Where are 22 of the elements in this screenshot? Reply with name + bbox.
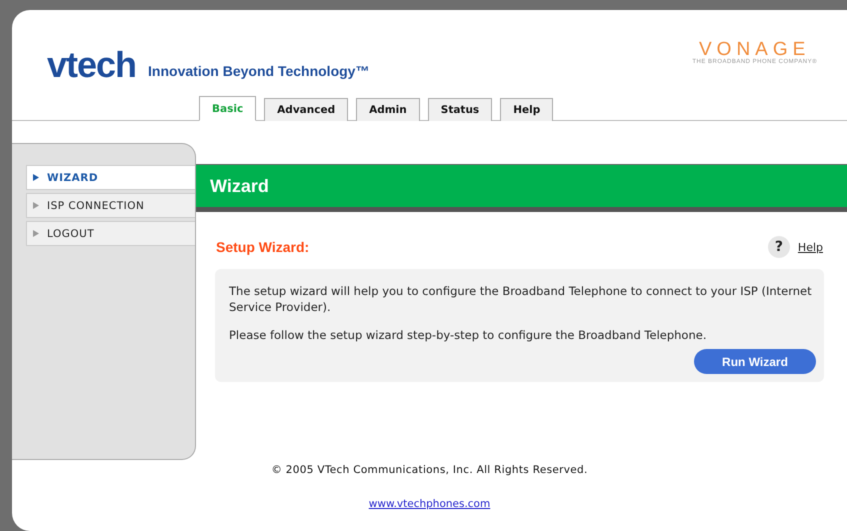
website-link[interactable]: www.vtechphones.com	[368, 498, 490, 510]
vonage-logo: VONAGE	[699, 40, 810, 59]
help-link[interactable]: Help	[798, 240, 823, 254]
sidebar-item[interactable]: ISP CONNECTION	[26, 193, 195, 218]
triangle-icon	[33, 202, 39, 209]
section-title: Setup Wizard:	[216, 239, 310, 255]
nav-tab[interactable]: Status	[428, 98, 492, 121]
help-icon[interactable]: ?	[768, 236, 790, 258]
run-wizard-button[interactable]: Run Wizard	[694, 349, 816, 374]
info-text: The setup wizard will help you to configure the Broadband Telephone to connect to your ISP (Internet Service Provider).	[229, 283, 813, 315]
copyright-text: © 2005 VTech Communications, Inc. All Rights Reserved.	[271, 464, 588, 476]
nav-tab[interactable]: Help	[500, 98, 554, 121]
triangle-icon	[33, 230, 39, 237]
tagline: Innovation Beyond Technology™	[148, 63, 370, 81]
sidebar-item[interactable]: WIZARD	[26, 165, 195, 190]
vtech-logo: vtech	[47, 47, 136, 83]
info-text: Please follow the setup wizard step-by-step to configure the Broadband Telephone.	[229, 327, 708, 343]
nav-tab[interactable]: Advanced	[264, 98, 348, 121]
nav-tab[interactable]: Admin	[356, 98, 420, 121]
sidebar-item[interactable]: LOGOUT	[26, 221, 195, 246]
triangle-icon	[33, 174, 39, 181]
page-banner: Wizard	[196, 164, 847, 212]
